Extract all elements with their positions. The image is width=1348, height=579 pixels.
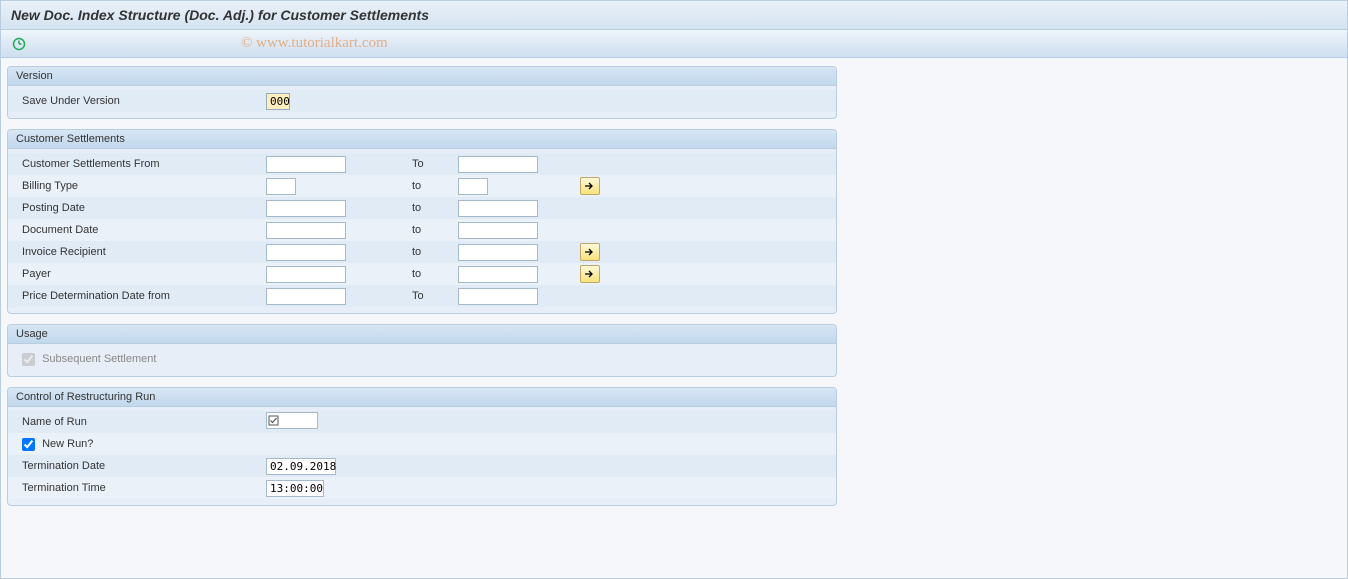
new-run-checkbox[interactable] (22, 438, 35, 451)
price-det-label: Price Determination Date from (12, 290, 266, 302)
clock-execute-icon (12, 37, 26, 51)
price-det-from-input[interactable] (266, 288, 346, 305)
toolbar: © www.tutorialkart.com (1, 30, 1347, 58)
inv-recip-to-input[interactable] (458, 244, 538, 261)
billing-type-from-input[interactable] (266, 178, 296, 195)
inv-recip-from-input[interactable] (266, 244, 346, 261)
billing-type-to-label: to (412, 180, 458, 192)
posting-date-label: Posting Date (12, 202, 266, 214)
price-det-to-input[interactable] (458, 288, 538, 305)
posting-date-to-input[interactable] (458, 200, 538, 217)
inv-recip-to-label: to (412, 246, 458, 258)
arrow-right-icon (585, 248, 595, 256)
term-time-value[interactable]: 13:00:00 (266, 480, 324, 497)
subsequent-settlement-checkbox (22, 353, 35, 366)
payer-from-input[interactable] (266, 266, 346, 283)
cs-from-input[interactable] (266, 156, 346, 173)
cs-from-label: Customer Settlements From (12, 158, 266, 170)
inv-recip-multi-button[interactable] (580, 243, 600, 261)
doc-date-to-input[interactable] (458, 222, 538, 239)
name-of-run-input[interactable] (266, 412, 318, 429)
arrow-right-icon (585, 270, 595, 278)
billing-type-multi-button[interactable] (580, 177, 600, 195)
payer-multi-button[interactable] (580, 265, 600, 283)
name-of-run-label: Name of Run (12, 416, 266, 428)
price-det-to-label: To (412, 290, 458, 302)
posting-date-to-label: to (412, 202, 458, 214)
billing-type-to-input[interactable] (458, 178, 488, 195)
payer-to-input[interactable] (458, 266, 538, 283)
required-icon (268, 415, 279, 426)
watermark: © www.tutorialkart.com (241, 35, 388, 52)
page-title: New Doc. Index Structure (Doc. Adj.) for… (1, 1, 1347, 30)
group-header-cs: Customer Settlements (8, 130, 836, 149)
group-usage: Usage Subsequent Settlement (7, 324, 837, 377)
doc-date-to-label: to (412, 224, 458, 236)
cs-to-input[interactable] (458, 156, 538, 173)
group-version: Version Save Under Version 000 (7, 66, 837, 119)
cs-to-label: To (412, 158, 458, 170)
group-header-version: Version (8, 67, 836, 86)
save-under-version-label: Save Under Version (12, 95, 266, 107)
inv-recip-label: Invoice Recipient (12, 246, 266, 258)
doc-date-label: Document Date (12, 224, 266, 236)
term-date-label: Termination Date (12, 460, 266, 472)
payer-to-label: to (412, 268, 458, 280)
term-date-value[interactable]: 02.09.2018 (266, 458, 336, 475)
execute-button[interactable] (9, 34, 29, 54)
arrow-right-icon (585, 182, 595, 190)
group-customer-settlements: Customer Settlements Customer Settlement… (7, 129, 837, 314)
group-header-usage: Usage (8, 325, 836, 344)
save-under-version-value[interactable]: 000 (266, 93, 290, 110)
subsequent-settlement-label: Subsequent Settlement (42, 353, 156, 365)
payer-label: Payer (12, 268, 266, 280)
posting-date-from-input[interactable] (266, 200, 346, 217)
group-header-control: Control of Restructuring Run (8, 388, 836, 407)
group-control-run: Control of Restructuring Run Name of Run (7, 387, 837, 506)
term-time-label: Termination Time (12, 482, 266, 494)
doc-date-from-input[interactable] (266, 222, 346, 239)
new-run-label: New Run? (42, 438, 93, 450)
billing-type-label: Billing Type (12, 180, 266, 192)
